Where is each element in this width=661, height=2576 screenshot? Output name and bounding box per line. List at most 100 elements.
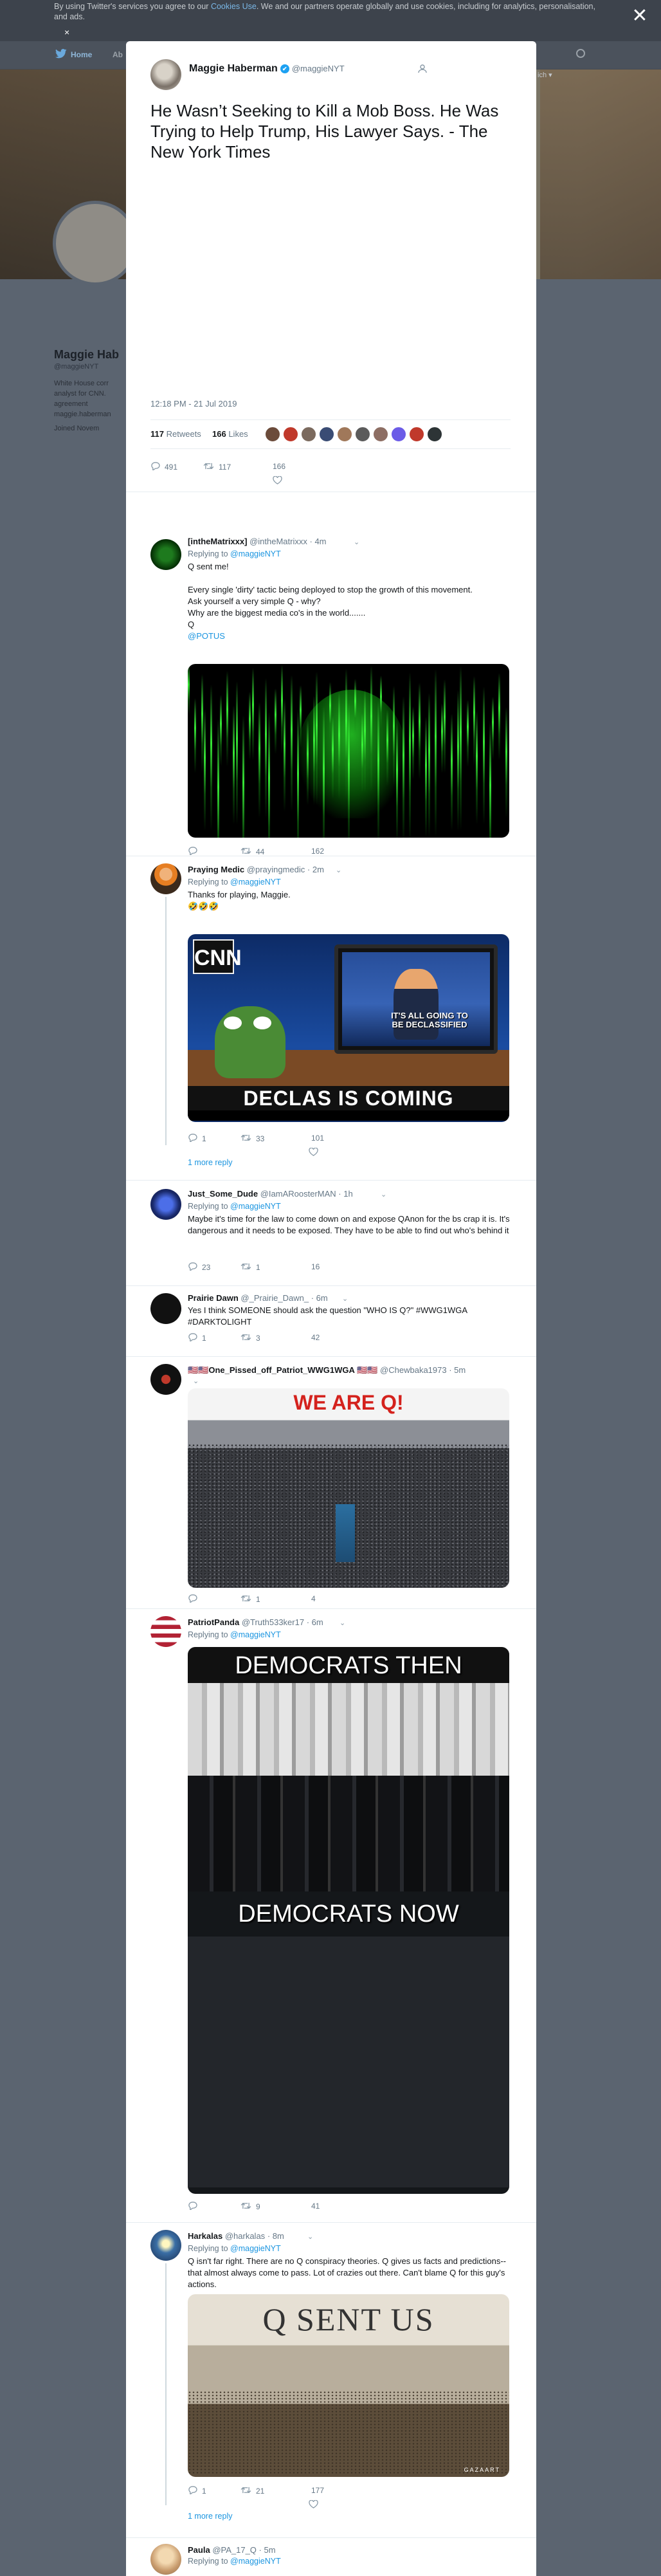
reply-author[interactable]: PatriotPanda @Truth533ker17 · 6m [188, 1617, 323, 1627]
avatar[interactable] [150, 1189, 181, 1220]
chevron-down-icon[interactable]: ⌄ [354, 538, 359, 546]
retweet-button[interactable]: 9 [240, 2202, 260, 2212]
liker-avatar[interactable] [283, 427, 298, 442]
retweets-stat[interactable]: 117 Retweets [150, 429, 201, 439]
chevron-down-icon[interactable]: ⌄ [307, 2232, 313, 2241]
author-handle[interactable]: @intheMatrixxx [249, 537, 307, 546]
liker-avatar[interactable] [427, 427, 442, 442]
author-handle[interactable]: @Truth533ker17 [242, 1617, 304, 1627]
reply-author[interactable]: [intheMatrixxx] @intheMatrixxx · 4m [188, 537, 327, 546]
liker-avatar[interactable] [355, 427, 370, 442]
reply-author[interactable]: 🇺🇸🇺🇸One_Pissed_off_Patriot_WWG1WGA 🇺🇸🇺🇸 … [188, 1365, 466, 1375]
author-name[interactable]: 🇺🇸🇺🇸One_Pissed_off_Patriot_WWG1WGA 🇺🇸🇺🇸 [188, 1365, 377, 1375]
liker-avatar[interactable] [373, 427, 388, 442]
reply-image[interactable]: CNN IT'S ALL GOING TO BE DECLASSIFIED DE… [188, 934, 509, 1122]
avatar[interactable] [150, 1616, 181, 1647]
reply-time[interactable]: · 1h [338, 1189, 352, 1199]
replying-to-link[interactable]: @maggieNYT [230, 2557, 281, 2566]
liker-avatar[interactable] [337, 427, 352, 442]
avatar[interactable] [150, 1364, 181, 1395]
replying-to-link[interactable]: @maggieNYT [230, 1630, 281, 1639]
like-button[interactable]: 42 [311, 1333, 320, 1342]
reply-image[interactable]: WE ARE Q! [188, 1388, 509, 1588]
reply-author[interactable]: Prairie Dawn @_Prairie_Dawn_ · 6m [188, 1293, 328, 1303]
replying-to-link[interactable]: @maggieNYT [230, 1202, 281, 1211]
author-name[interactable]: Paula [188, 2545, 210, 2555]
avatar[interactable] [150, 539, 181, 570]
reply-time[interactable]: · 5m [449, 1365, 466, 1375]
tweet-author[interactable]: Maggie Haberman ✔ @maggieNYT [189, 63, 345, 75]
reply-button[interactable]: 1 [188, 2486, 206, 2496]
cookie-close-icon[interactable]: × [64, 27, 69, 37]
avatar[interactable] [150, 59, 181, 90]
mention-link[interactable]: @POTUS [188, 631, 225, 641]
chevron-down-icon[interactable]: ⌄ [193, 1377, 199, 1385]
reply-time[interactable]: · 6m [311, 1293, 328, 1303]
more-replies-link[interactable]: 1 more reply [188, 2512, 232, 2521]
retweet-button[interactable]: 1 [240, 1594, 260, 1605]
language-selector[interactable]: ich ▾ [538, 71, 552, 79]
avatar[interactable] [150, 2544, 181, 2575]
reply-image[interactable]: Q SENT US GAZAART [188, 2294, 509, 2477]
like-button[interactable] [273, 475, 282, 486]
nav-home[interactable]: Home [71, 50, 92, 59]
retweet-button[interactable]: 1 [240, 1262, 260, 1273]
reply-image[interactable]: DEMOCRATS THEN DEMOCRATS NOW [188, 1647, 509, 2194]
author-name[interactable]: Maggie Haberman [189, 63, 278, 74]
author-handle[interactable]: @_Prairie_Dawn_ [240, 1293, 309, 1303]
cookie-use-link[interactable]: Cookies Use [211, 2, 257, 11]
replying-to-link[interactable]: @maggieNYT [230, 549, 281, 558]
retweet-button[interactable]: 3 [240, 1333, 260, 1343]
close-modal-icon[interactable]: ✕ [630, 6, 649, 27]
replying-to-link[interactable]: @maggieNYT [230, 2244, 281, 2253]
like-button[interactable]: 41 [311, 2202, 320, 2211]
chevron-down-icon[interactable]: ⌄ [340, 1619, 345, 1627]
search-icon[interactable] [576, 49, 585, 58]
liker-avatar[interactable] [391, 427, 406, 442]
more-replies-link[interactable]: 1 more reply [188, 1158, 232, 1167]
reply-time[interactable]: · 6m [307, 1617, 323, 1627]
follow-icon[interactable] [418, 64, 427, 73]
author-handle[interactable]: @maggieNYT [292, 64, 345, 73]
author-name[interactable]: [intheMatrixxx] [188, 537, 247, 546]
like-button[interactable] [309, 2499, 318, 2510]
reply-button[interactable]: 23 [188, 1262, 210, 1273]
reply-time[interactable]: · 2m [307, 865, 324, 874]
author-name[interactable]: Just_Some_Dude [188, 1189, 258, 1199]
retweet-button[interactable]: 117 [203, 462, 231, 472]
author-handle[interactable]: @harkalas [225, 2231, 265, 2241]
reply-button[interactable] [188, 1594, 202, 1605]
reply-time[interactable]: · 4m [310, 537, 327, 546]
liker-avatar[interactable] [301, 427, 316, 442]
avatar[interactable] [150, 1293, 181, 1324]
avatar[interactable] [150, 863, 181, 894]
chevron-down-icon[interactable]: ⌄ [336, 866, 341, 874]
reply-time[interactable]: · 8m [267, 2231, 284, 2241]
author-name[interactable]: PatriotPanda [188, 1617, 239, 1627]
liker-avatar[interactable] [265, 427, 280, 442]
retweet-button[interactable]: 33 [240, 1134, 264, 1144]
reply-author[interactable]: Harkalas @harkalas · 8m [188, 2231, 284, 2241]
likes-stat[interactable]: 166 Likes [212, 429, 248, 439]
avatar[interactable] [150, 2230, 181, 2261]
reply-button[interactable] [188, 2202, 202, 2212]
reply-image[interactable] [188, 664, 509, 838]
reply-button[interactable]: 491 [150, 462, 177, 472]
replying-to-link[interactable]: @maggieNYT [230, 878, 281, 887]
chevron-down-icon[interactable]: ⌄ [342, 1294, 348, 1303]
author-name[interactable]: Prairie Dawn [188, 1293, 239, 1303]
reply-author[interactable]: Praying Medic @prayingmedic · 2m [188, 865, 324, 874]
reply-button[interactable]: 1 [188, 1134, 206, 1144]
chevron-down-icon[interactable]: ⌄ [381, 1190, 386, 1199]
author-handle[interactable]: @prayingmedic [247, 865, 305, 874]
reply-author[interactable]: Just_Some_Dude @IamARoosterMAN · 1h [188, 1189, 353, 1199]
liker-avatar[interactable] [409, 427, 424, 442]
retweet-button[interactable]: 21 [240, 2486, 264, 2496]
like-button[interactable]: 16 [311, 1262, 320, 1271]
like-button[interactable] [309, 1147, 318, 1158]
reply-button[interactable]: 1 [188, 1333, 206, 1343]
like-button[interactable]: 162 [311, 847, 324, 856]
author-handle[interactable]: @Chewbaka1973 [380, 1365, 447, 1375]
tweet-timestamp[interactable]: 12:18 PM - 21 Jul 2019 [150, 399, 237, 409]
author-name[interactable]: Praying Medic [188, 865, 244, 874]
